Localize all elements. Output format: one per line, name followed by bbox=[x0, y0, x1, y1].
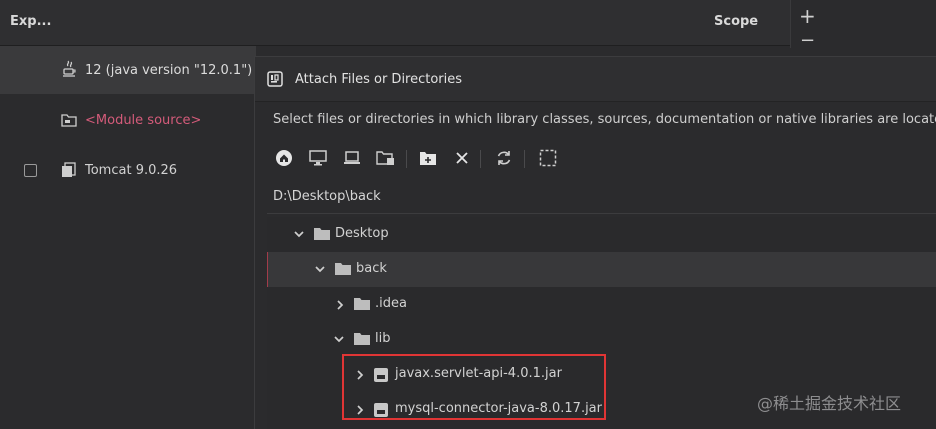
desktop-icon bbox=[309, 150, 327, 166]
dependency-row-tomcat[interactable]: Tomcat 9.0.26 bbox=[0, 146, 256, 194]
path-field[interactable]: D:\Desktop\back bbox=[267, 185, 936, 214]
module-button[interactable] bbox=[375, 147, 397, 169]
chevron-down-icon[interactable] bbox=[314, 264, 326, 274]
folder-icon bbox=[354, 298, 370, 310]
file-chooser-toolbar bbox=[273, 147, 593, 171]
intellij-app-icon bbox=[267, 71, 283, 87]
tree-node-label: back bbox=[356, 261, 387, 276]
module-folder-icon bbox=[61, 114, 77, 127]
dependency-label: <Module source> bbox=[85, 113, 202, 128]
refresh-button[interactable] bbox=[493, 147, 515, 169]
export-checkbox[interactable] bbox=[24, 164, 37, 177]
folder-icon bbox=[314, 228, 330, 240]
desktop-button[interactable] bbox=[307, 147, 329, 169]
folder-icon bbox=[354, 333, 370, 345]
dependency-label: Tomcat 9.0.26 bbox=[85, 163, 178, 178]
module-folder-icon bbox=[376, 151, 394, 165]
dialog-description: Select files or directories in which lib… bbox=[273, 112, 936, 127]
show-hidden-button[interactable] bbox=[537, 147, 559, 169]
new-folder-button[interactable] bbox=[417, 147, 439, 169]
scope-column-header[interactable]: Scope bbox=[714, 14, 758, 29]
chevron-down-icon[interactable] bbox=[333, 334, 345, 344]
jar-highlight-box bbox=[342, 354, 606, 420]
dependencies-table-header: Exp... Scope bbox=[0, 0, 790, 46]
tree-node-desktop[interactable]: Desktop bbox=[267, 217, 936, 252]
dependencies-side-toolbar: + − bbox=[790, 0, 936, 50]
toolbar-separator bbox=[524, 150, 525, 168]
chevron-right-icon[interactable] bbox=[335, 299, 345, 311]
delete-icon bbox=[456, 152, 468, 164]
delete-button[interactable] bbox=[451, 147, 473, 169]
path-text: D:\Desktop\back bbox=[273, 189, 381, 204]
home-button[interactable] bbox=[273, 147, 295, 169]
home-icon bbox=[276, 150, 292, 166]
dialog-title-bar[interactable]: Attach Files or Directories bbox=[255, 57, 936, 102]
tree-node-idea[interactable]: .idea bbox=[267, 287, 936, 322]
remove-dependency-button[interactable]: − bbox=[800, 32, 815, 50]
project-button[interactable] bbox=[341, 147, 363, 169]
toolbar-separator bbox=[480, 150, 481, 168]
new-folder-icon bbox=[420, 152, 436, 165]
tree-node-lib[interactable]: lib bbox=[267, 322, 936, 357]
show-hidden-icon bbox=[539, 149, 557, 167]
refresh-icon bbox=[497, 151, 511, 165]
dependency-label: 12 (java version "12.0.1") bbox=[85, 63, 253, 78]
tree-node-label: .idea bbox=[375, 296, 407, 311]
toolbar-separator bbox=[406, 150, 407, 168]
tree-node-label: Desktop bbox=[335, 226, 389, 241]
dependency-row-jdk[interactable]: 12 (java version "12.0.1") bbox=[0, 46, 256, 94]
folder-icon bbox=[335, 263, 351, 275]
watermark: @稀土掘金技术社区 bbox=[757, 394, 902, 413]
library-icon bbox=[62, 162, 76, 177]
laptop-icon bbox=[344, 151, 360, 164]
java-cup-icon bbox=[63, 60, 76, 77]
chevron-down-icon[interactable] bbox=[293, 229, 305, 239]
tree-node-label: lib bbox=[375, 331, 391, 346]
export-column-header[interactable]: Exp... bbox=[10, 14, 51, 29]
dependency-row-module-source[interactable]: <Module source> bbox=[0, 96, 256, 144]
tree-node-back[interactable]: back bbox=[267, 252, 936, 287]
dialog-title: Attach Files or Directories bbox=[295, 72, 463, 87]
add-dependency-button[interactable]: + bbox=[799, 4, 816, 28]
